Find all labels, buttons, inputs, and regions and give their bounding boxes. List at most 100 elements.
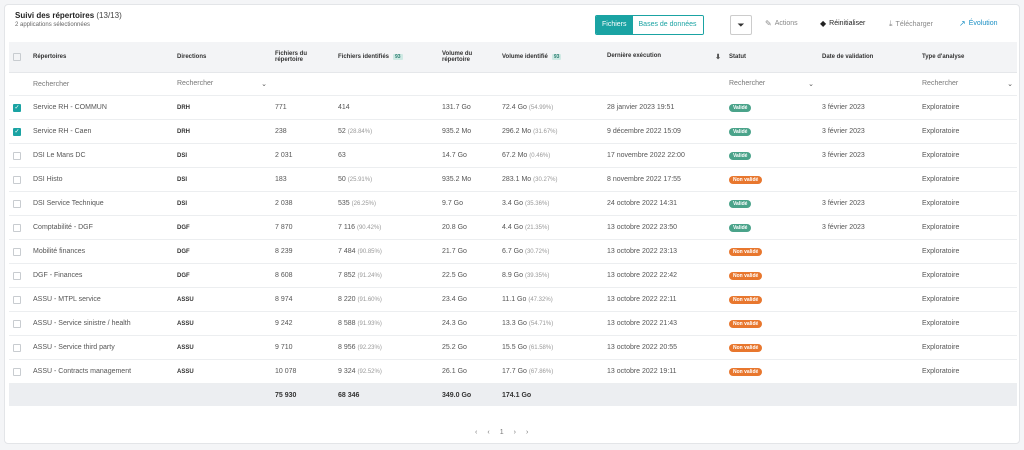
validation-date: 3 février 2023 — [818, 191, 918, 216]
directory-name: DGF - Finances — [29, 263, 173, 288]
row-checkbox[interactable] — [13, 319, 21, 328]
search-directions[interactable]: Rechercher ⌄ — [173, 72, 271, 96]
status-cell: Validé — [725, 95, 818, 120]
direction: DRH — [173, 119, 271, 144]
identified-badge: 93 — [393, 54, 403, 60]
table-row[interactable]: ASSU - Contracts management ASSU 10 078 9 3… — [9, 359, 1017, 384]
identified-percent: (90.42%) — [356, 225, 382, 231]
row-checkbox-cell — [9, 359, 29, 384]
row-checkbox[interactable]: ✓ — [13, 127, 21, 136]
table-row[interactable]: ASSU - Service sinistre / health ASSU 9 24… — [9, 311, 1017, 336]
table-row[interactable]: DSI Service Technique DSI 2 038 535 (26.25%… — [9, 191, 1017, 216]
volume-identified: 283.1 Mo (30.27%) — [498, 167, 603, 192]
col-volume[interactable]: Volume du répertoire — [438, 42, 498, 73]
search-status[interactable]: Rechercher ⌄ — [725, 72, 818, 96]
search-directories[interactable]: Rechercher — [29, 72, 173, 96]
next-page-button[interactable]: › — [514, 429, 516, 436]
direction: DSI — [173, 167, 271, 192]
row-checkbox-cell: ✓ — [9, 95, 29, 120]
last-exec: 17 novembre 2022 22:00 — [603, 143, 725, 168]
col-volume-identified-label: Volume identifié — [502, 54, 548, 60]
directory-name: ASSU - Service sinistre / health — [29, 311, 173, 336]
tab-files[interactable]: Fichiers — [596, 16, 633, 34]
table-row[interactable]: ASSU - MTPL service ASSU 8 974 8 220 (91.60… — [9, 287, 1017, 312]
row-checkbox-cell — [9, 215, 29, 240]
identified-value: 50 — [338, 176, 346, 183]
row-checkbox[interactable] — [13, 247, 21, 256]
analysis-type: Exploratoire — [918, 215, 1017, 240]
volume-identified-value: 4.4 Go — [502, 224, 524, 231]
row-checkbox[interactable] — [13, 295, 21, 304]
col-directions[interactable]: Directions — [173, 42, 271, 73]
volume: 14.7 Go — [438, 143, 498, 168]
col-status[interactable]: Statut — [725, 42, 818, 73]
view-toggle: Fichiers Bases de données — [595, 15, 704, 35]
col-files[interactable]: Fichiers du répertoire — [271, 42, 334, 73]
col-identified[interactable]: Fichiers identifiés 93 — [334, 42, 438, 73]
col-identified-label: Fichiers identifiés — [338, 54, 390, 60]
filter-button[interactable]: ⏷ — [730, 15, 752, 35]
table-row[interactable]: ✓ Service RH - Caen DRH 238 52 (28.84%) 935.2… — [9, 119, 1017, 144]
table-row[interactable]: Mobilité finances DGF 8 239 7 484 (90.85%) 2… — [9, 239, 1017, 264]
tab-databases[interactable]: Bases de données — [632, 16, 703, 34]
directory-name: Mobilité finances — [29, 239, 173, 264]
identified-files: 8 588 (91.93%) — [334, 311, 438, 336]
table-row[interactable]: ✓ Service RH - COMMUN DRH 771 414 131.7 Go 72… — [9, 95, 1017, 120]
table-row[interactable]: Comptabilité - DGF DGF 7 870 7 116 (90.42%)… — [9, 215, 1017, 240]
table-row[interactable]: DSI Histo DSI 183 50 (25.91%) 935.2 Mo 283.1 … — [9, 167, 1017, 192]
directory-name: ASSU - Service third party — [29, 335, 173, 360]
download-button[interactable]: ⤓ Télécharger — [889, 19, 933, 29]
row-checkbox-cell — [9, 143, 29, 168]
validation-date: 3 février 2023 — [818, 215, 918, 240]
volume: 26.1 Go — [438, 359, 498, 384]
total-volume-identified: 174.1 Go — [498, 383, 603, 406]
file-count: 2 038 — [271, 191, 334, 216]
row-checkbox[interactable] — [13, 343, 21, 352]
col-analysis[interactable]: Type d'analyse — [918, 42, 1017, 73]
row-checkbox[interactable] — [13, 367, 21, 376]
row-checkbox-cell — [9, 287, 29, 312]
status-cell: Non validé — [725, 239, 818, 264]
last-exec: 8 novembre 2022 17:55 — [603, 167, 725, 192]
page-number[interactable]: 1 — [500, 429, 504, 436]
identified-percent: (91.60%) — [357, 297, 382, 303]
evolution-button[interactable]: ↗ Évolution — [959, 19, 998, 28]
volume-identified-percent: (61.58%) — [528, 345, 554, 351]
volume-identified-value: 13.3 Go — [502, 320, 527, 327]
row-checkbox[interactable] — [13, 151, 21, 160]
status-badge: Non validé — [729, 343, 763, 352]
download-icon: ⤓ — [889, 19, 893, 28]
last-exec: 13 octobre 2022 22:11 — [603, 287, 725, 312]
col-validation-date[interactable]: Date de validation — [818, 42, 918, 73]
direction: DGF — [173, 239, 271, 264]
identified-value: 9 324 — [338, 368, 356, 375]
row-checkbox[interactable] — [13, 175, 21, 184]
table-row[interactable]: DGF - Finances DGF 8 608 7 852 (91.24%) 22.5… — [9, 263, 1017, 288]
row-checkbox[interactable] — [13, 271, 21, 280]
last-page-button[interactable]: › — [526, 429, 528, 436]
analysis-type: Exploratoire — [918, 191, 1017, 216]
row-checkbox[interactable] — [13, 199, 21, 208]
reset-button[interactable]: ◆ Réinitialiser — [820, 19, 865, 28]
col-volume-identified[interactable]: Volume identifié 93 — [498, 42, 603, 73]
first-page-button[interactable]: ‹ — [475, 429, 477, 436]
volume: 24.3 Go — [438, 311, 498, 336]
directories-table: Répertoires Directions Fichiers du réper… — [9, 42, 1017, 406]
identified-value: 8 588 — [338, 320, 356, 327]
table-row[interactable]: DSI Le Mans DC DSI 2 031 63 14.7 Go 67.2 Mo … — [9, 143, 1017, 168]
table-row[interactable]: ASSU - Service third party ASSU 9 710 8 956… — [9, 335, 1017, 360]
row-checkbox[interactable]: ✓ — [13, 103, 21, 112]
col-last-exec[interactable]: Dernière exécution ⬇ — [603, 42, 725, 73]
pagination: ‹ ‹ 1 › › — [475, 429, 528, 436]
identified-files: 7 852 (91.24%) — [334, 263, 438, 288]
row-checkbox[interactable] — [13, 223, 21, 232]
prev-page-button[interactable]: ‹ — [487, 429, 489, 436]
identified-percent: (92.23%) — [357, 345, 382, 351]
identified-value: 52 — [338, 128, 346, 135]
select-all-checkbox[interactable] — [13, 53, 21, 61]
identified-value: 8 956 — [338, 344, 356, 351]
totals-row: 75 930 68 346 349.0 Go 174.1 Go — [9, 383, 1017, 406]
actions-button[interactable]: ✎ Actions — [765, 19, 798, 28]
search-analysis[interactable]: Rechercher ⌄ — [918, 72, 1017, 96]
col-directories[interactable]: Répertoires — [29, 42, 173, 73]
